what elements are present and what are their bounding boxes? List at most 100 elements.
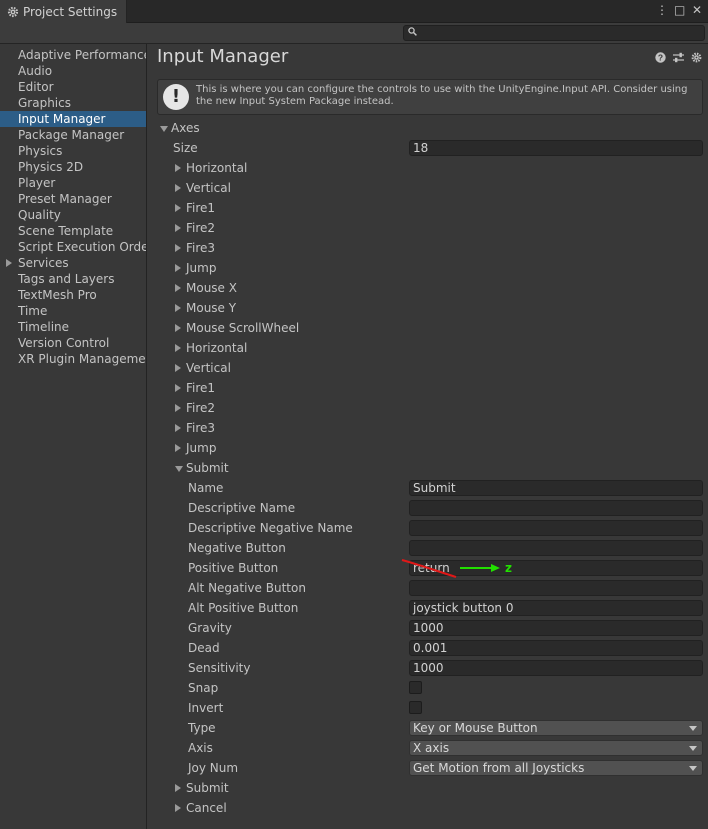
- sidebar-item-package-manager[interactable]: Package Manager: [0, 127, 146, 143]
- snap-checkbox[interactable]: [409, 681, 422, 694]
- sidebar-item-physics[interactable]: Physics: [0, 143, 146, 159]
- axis-foldout[interactable]: Fire3: [175, 418, 215, 438]
- axis-foldout[interactable]: Horizontal: [175, 338, 248, 358]
- sidebar-item-physics-2d[interactable]: Physics 2D: [0, 159, 146, 175]
- axis-foldout[interactable]: Submit: [175, 778, 229, 798]
- foldout-closed-icon[interactable]: [175, 284, 181, 292]
- settings-gear-icon[interactable]: [691, 52, 702, 63]
- sidebar-item-audio[interactable]: Audio: [0, 63, 146, 79]
- foldout-closed-icon[interactable]: [175, 184, 181, 192]
- sidebar-item-label: Preset Manager: [18, 192, 112, 206]
- dead-field[interactable]: 0.001: [409, 640, 703, 656]
- sidebar-item-script-execution-order[interactable]: Script Execution Order: [0, 239, 146, 255]
- size-row-label: Size: [173, 141, 198, 155]
- snap-row: Snap: [188, 678, 218, 698]
- foldout-closed-icon[interactable]: [175, 444, 181, 452]
- gravity-field[interactable]: 1000: [409, 620, 703, 636]
- title-bar: Project Settings ⋮ □ ✕: [0, 0, 708, 23]
- sidebar-item-scene-template[interactable]: Scene Template: [0, 223, 146, 239]
- expand-arrow-icon[interactable]: [6, 259, 12, 267]
- axis-foldout[interactable]: Cancel: [175, 798, 227, 818]
- foldout-closed-icon[interactable]: [175, 164, 181, 172]
- foldout-closed-icon[interactable]: [175, 364, 181, 372]
- name-field[interactable]: Submit: [409, 480, 703, 496]
- maximize-icon[interactable]: □: [674, 3, 685, 17]
- size-field[interactable]: 18: [409, 140, 703, 156]
- sidebar-item-input-manager[interactable]: Input Manager: [0, 111, 146, 127]
- sidebar: Adaptive Performance Audio Editor Graphics I…: [0, 44, 147, 829]
- foldout-open-icon[interactable]: [160, 126, 168, 132]
- foldout-closed-icon[interactable]: [175, 384, 181, 392]
- foldout-closed-icon[interactable]: [175, 204, 181, 212]
- foldout-closed-icon[interactable]: [175, 304, 181, 312]
- sidebar-item-timeline[interactable]: Timeline: [0, 319, 146, 335]
- joy-num-dropdown[interactable]: Get Motion from all Joysticks: [409, 760, 703, 776]
- help-message: This is where you can configure the cont…: [196, 84, 688, 107]
- close-icon[interactable]: ✕: [692, 3, 702, 17]
- gravity-row: Gravity: [188, 618, 232, 638]
- sidebar-item-xr-plugin-management[interactable]: XR Plugin Management: [0, 351, 146, 367]
- axis-foldout[interactable]: Jump: [175, 258, 216, 278]
- sidebar-item-label: TextMesh Pro: [18, 288, 97, 302]
- axis-foldout[interactable]: Fire1: [175, 198, 215, 218]
- axis-foldout[interactable]: Vertical: [175, 358, 231, 378]
- help-icon[interactable]: ?: [655, 52, 666, 63]
- sidebar-item-time[interactable]: Time: [0, 303, 146, 319]
- sidebar-item-graphics[interactable]: Graphics: [0, 95, 146, 111]
- project-settings-tab[interactable]: Project Settings: [0, 0, 127, 23]
- axis-foldout-submit[interactable]: Submit: [175, 458, 229, 478]
- sidebar-item-textmesh-pro[interactable]: TextMesh Pro: [0, 287, 146, 303]
- foldout-closed-icon[interactable]: [175, 224, 181, 232]
- sidebar-item-player[interactable]: Player: [0, 175, 146, 191]
- preset-sliders-icon[interactable]: [673, 52, 684, 63]
- positive-button-field[interactable]: return: [409, 560, 703, 576]
- foldout-open-icon[interactable]: [175, 466, 183, 472]
- foldout-closed-icon[interactable]: [175, 264, 181, 272]
- descriptive-name-field[interactable]: [409, 500, 703, 516]
- axis-foldout[interactable]: Mouse X: [175, 278, 237, 298]
- axis-foldout[interactable]: Horizontal: [175, 158, 247, 178]
- sidebar-item-quality[interactable]: Quality: [0, 207, 146, 223]
- foldout-closed-icon[interactable]: [175, 244, 181, 252]
- negative-button-field[interactable]: [409, 540, 703, 556]
- sidebar-item-editor[interactable]: Editor: [0, 79, 146, 95]
- axis-foldout[interactable]: Fire2: [175, 218, 215, 238]
- axis-dropdown[interactable]: X axis: [409, 740, 703, 756]
- sensitivity-field[interactable]: 1000: [409, 660, 703, 676]
- search-input[interactable]: [403, 25, 705, 41]
- axis-foldout[interactable]: Mouse Y: [175, 298, 236, 318]
- joy-num-dropdown-value: Get Motion from all Joysticks: [413, 761, 585, 775]
- foldout-closed-icon[interactable]: [175, 804, 181, 812]
- sidebar-item-label: Tags and Layers: [18, 272, 115, 286]
- axis-foldout[interactable]: Fire2: [175, 398, 215, 418]
- sidebar-item-tags-and-layers[interactable]: Tags and Layers: [0, 271, 146, 287]
- axis-foldout-label: Vertical: [186, 361, 231, 375]
- sidebar-item-version-control[interactable]: Version Control: [0, 335, 146, 351]
- descriptive-negative-name-field[interactable]: [409, 520, 703, 536]
- invert-checkbox[interactable]: [409, 701, 422, 714]
- foldout-closed-icon[interactable]: [175, 424, 181, 432]
- type-dropdown[interactable]: Key or Mouse Button: [409, 720, 703, 736]
- negative-button-row-label: Negative Button: [188, 541, 286, 555]
- foldout-closed-icon[interactable]: [175, 404, 181, 412]
- axis-foldout-label: Horizontal: [186, 341, 248, 355]
- sidebar-item-adaptive-performance[interactable]: Adaptive Performance: [0, 47, 146, 63]
- sidebar-item-preset-manager[interactable]: Preset Manager: [0, 191, 146, 207]
- axis-foldout[interactable]: Vertical: [175, 178, 231, 198]
- sidebar-item-label: Quality: [18, 208, 61, 222]
- more-options-icon[interactable]: ⋮: [656, 3, 668, 17]
- axis-foldout[interactable]: Fire1: [175, 378, 216, 398]
- axis-foldout[interactable]: Fire3: [175, 238, 215, 258]
- axes-foldout[interactable]: Axes: [160, 118, 200, 138]
- axis-foldout-label: Fire1: [186, 381, 216, 395]
- alt-negative-button-field[interactable]: [409, 580, 703, 596]
- foldout-closed-icon[interactable]: [175, 344, 181, 352]
- alt-positive-button-field[interactable]: joystick button 0: [409, 600, 703, 616]
- alt-negative-button-row-label: Alt Negative Button: [188, 581, 306, 595]
- axes-foldout-label: Axes: [171, 121, 200, 135]
- sidebar-item-services[interactable]: Services: [0, 255, 146, 271]
- foldout-closed-icon[interactable]: [175, 324, 181, 332]
- foldout-closed-icon[interactable]: [175, 784, 181, 792]
- axis-foldout[interactable]: Mouse ScrollWheel: [175, 318, 299, 338]
- axis-foldout[interactable]: Jump: [175, 438, 216, 458]
